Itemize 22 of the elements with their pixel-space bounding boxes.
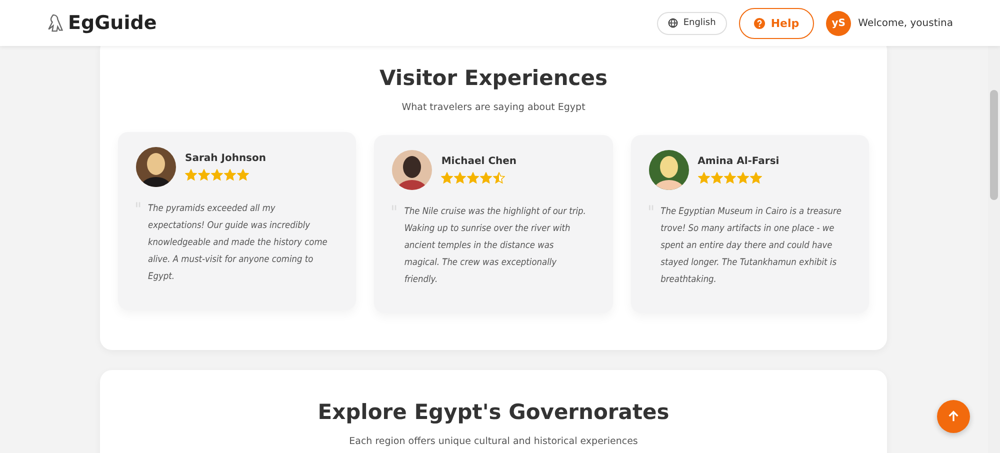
scrollbar-thumb[interactable]: [990, 90, 998, 200]
scroll-to-top-button[interactable]: [937, 400, 970, 433]
review-text: The Nile cruise was the highlight of our trip. Waking up to sunrise over the river with ancient temples in the distance was magical. The crew was exceptionally friendly.: [404, 205, 587, 287]
help-icon: [754, 18, 765, 28]
welcome-text: Welcome, youstina: [858, 18, 953, 28]
bird-logo-icon: [46, 13, 64, 33]
quote-icon: [392, 205, 398, 212]
brand-name[interactable]: EgGuide: [68, 12, 157, 34]
section-subtitle: Each region offers unique cultural and historical experiences: [348, 436, 639, 447]
review-text: The pyramids exceeded all my expectations! Our guide was incredibly knowledgeable and made the history come alive. A must-visit for anyone coming to Egypt.: [148, 202, 328, 284]
quote-icon: [648, 205, 654, 212]
section-title: Explore Egypt's Governorates: [316, 400, 670, 424]
reviewer-name: Amina Al-Farsi: [698, 156, 780, 167]
globe-icon: [668, 18, 678, 28]
section-subtitle: What travelers are saying about Egypt: [400, 102, 586, 113]
review-text: The Egyptian Museum in Cairo is a treasure trove! So many artifacts in one place - we spent an entire day there and could have stayed longer. The Tutankhamun exhibit is breathtaking.: [660, 205, 843, 287]
reviewer-name: Michael Chen: [441, 156, 517, 167]
section-title: Visitor Experiences: [378, 66, 609, 90]
quote-icon: [136, 202, 141, 209]
reviewer-name: Sarah Johnson: [185, 153, 266, 164]
arrow-up-icon: [947, 410, 960, 423]
language-button[interactable]: English: [657, 12, 727, 34]
